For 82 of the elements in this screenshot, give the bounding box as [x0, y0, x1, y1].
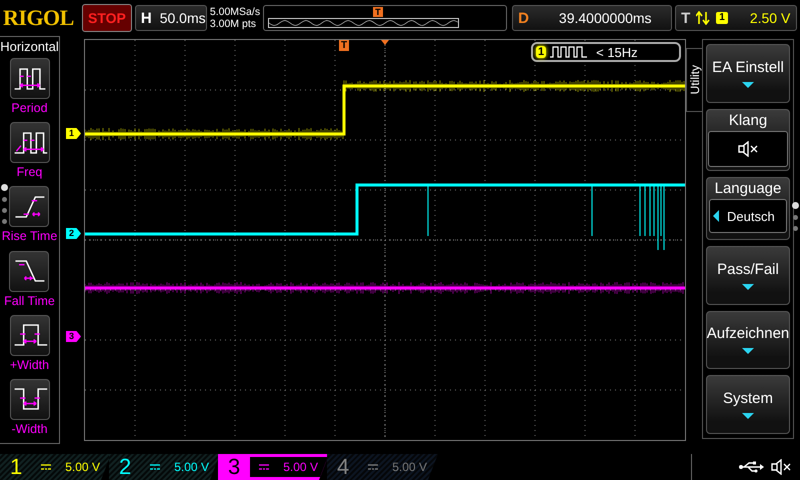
- channel-scale: 5.00 V: [392, 460, 427, 474]
- page-dot[interactable]: [0, 184, 8, 191]
- dc-coupling-icon: [368, 464, 378, 470]
- menu-label: System: [722, 390, 773, 408]
- usb-icon: [738, 461, 764, 473]
- channel-tab[interactable]: 1 5.00 V: [0, 454, 111, 480]
- trigger-position-marker: T: [373, 7, 383, 17]
- trigger-source: 1: [716, 12, 728, 24]
- channel-number: 2: [119, 454, 132, 480]
- trigger-label: T: [681, 10, 690, 26]
- sound-field[interactable]: [708, 130, 788, 167]
- measure-label: Fall Time: [4, 294, 55, 308]
- delay-box[interactable]: D 39.4000000ms: [512, 5, 672, 31]
- channel-scale: 5.00 V: [283, 460, 318, 474]
- memory-depth: 3.00M pts: [210, 18, 257, 30]
- channel-tab[interactable]: 4 5.00 V: [327, 454, 438, 480]
- menu-button[interactable]: Pass/Fail: [706, 246, 790, 305]
- measure-label: -Width: [11, 422, 48, 436]
- timebase-value: 50.0ms: [160, 10, 206, 26]
- dc-coupling-icon: [259, 464, 270, 470]
- menu-label: Klang: [728, 112, 768, 129]
- channel-scale: 5.00 V: [174, 460, 209, 474]
- measure-label: Freq: [16, 165, 42, 180]
- menu-button[interactable]: Language Deutsch: [706, 177, 790, 240]
- measure-button[interactable]: [10, 314, 50, 356]
- measure-button[interactable]: [10, 122, 50, 164]
- page-dot[interactable]: [2, 197, 6, 202]
- menu-button[interactable]: System: [706, 375, 790, 434]
- menu-title: Horizontal: [0, 39, 59, 54]
- memory-waveform-icon: [268, 18, 459, 28]
- menu-button[interactable]: EA Einstell: [706, 44, 790, 103]
- measure-label: Rise Time: [2, 229, 58, 244]
- channel-marker: 3: [66, 331, 82, 342]
- measure-button[interactable]: [9, 186, 50, 228]
- channel-scale: 5.00 V: [65, 460, 100, 474]
- measure-label: Period: [11, 101, 48, 115]
- speaker-muted-icon: [770, 459, 792, 475]
- trigger-level: 2.50 V: [750, 10, 790, 26]
- menu-label: Language: [714, 180, 782, 198]
- menu-button[interactable]: Klang: [706, 108, 790, 172]
- dc-coupling-icon: [41, 464, 52, 470]
- counter-reading: < 15Hz: [596, 44, 638, 60]
- channel-number: 1: [10, 454, 22, 480]
- measure-button[interactable]: [10, 58, 50, 99]
- submenu-arrow-icon: [742, 348, 754, 354]
- page-dot[interactable]: [2, 219, 6, 224]
- brand-logo: RIGOL: [3, 5, 75, 31]
- sample-rate: 5.00MSa/s: [210, 6, 260, 18]
- channel-number: 3: [228, 454, 240, 480]
- channel-marker: 1: [66, 128, 82, 139]
- timebase-label: H: [140, 10, 152, 26]
- channel-tab[interactable]: 2 5.00 V: [109, 454, 220, 480]
- trigger-box[interactable]: T 1 2.50 V: [675, 5, 797, 31]
- run-status[interactable]: STOP: [82, 4, 132, 32]
- timebase-box[interactable]: H 50.0ms: [134, 5, 207, 31]
- left-arrow-icon: [713, 210, 719, 222]
- submenu-arrow-icon: [742, 284, 754, 290]
- menu-label: Aufzeichnen: [706, 325, 790, 342]
- submenu-arrow-icon: [742, 413, 754, 420]
- trigger-position-icon: [381, 40, 389, 45]
- delay-label: D: [518, 10, 529, 26]
- page-dot[interactable]: [792, 215, 798, 220]
- dc-coupling-icon: [150, 464, 160, 470]
- trigger-marker: T: [339, 40, 350, 51]
- counter-channel: 1: [536, 46, 546, 58]
- measure-label: +Width: [10, 358, 50, 372]
- channel-number: 4: [337, 454, 350, 480]
- menu-label: Pass/Fail: [717, 260, 779, 278]
- menu-button[interactable]: Aufzeichnen: [706, 310, 790, 370]
- measure-button[interactable]: [10, 378, 50, 420]
- edge-both-icon: [696, 11, 710, 25]
- delay-value: 39.4000000ms: [558, 10, 652, 26]
- page-dot[interactable]: [792, 226, 798, 231]
- language-field[interactable]: Deutsch: [709, 199, 787, 234]
- language-value: Deutsch: [727, 208, 775, 224]
- submenu-arrow-icon: [742, 82, 754, 88]
- channel-marker: 2: [66, 228, 82, 239]
- page-dot[interactable]: [792, 202, 798, 209]
- menu-label: EA Einstell: [712, 58, 784, 76]
- page-dot[interactable]: [2, 208, 6, 213]
- channel-tab[interactable]: 3 5.00 V: [218, 454, 329, 480]
- measure-button[interactable]: [9, 250, 50, 292]
